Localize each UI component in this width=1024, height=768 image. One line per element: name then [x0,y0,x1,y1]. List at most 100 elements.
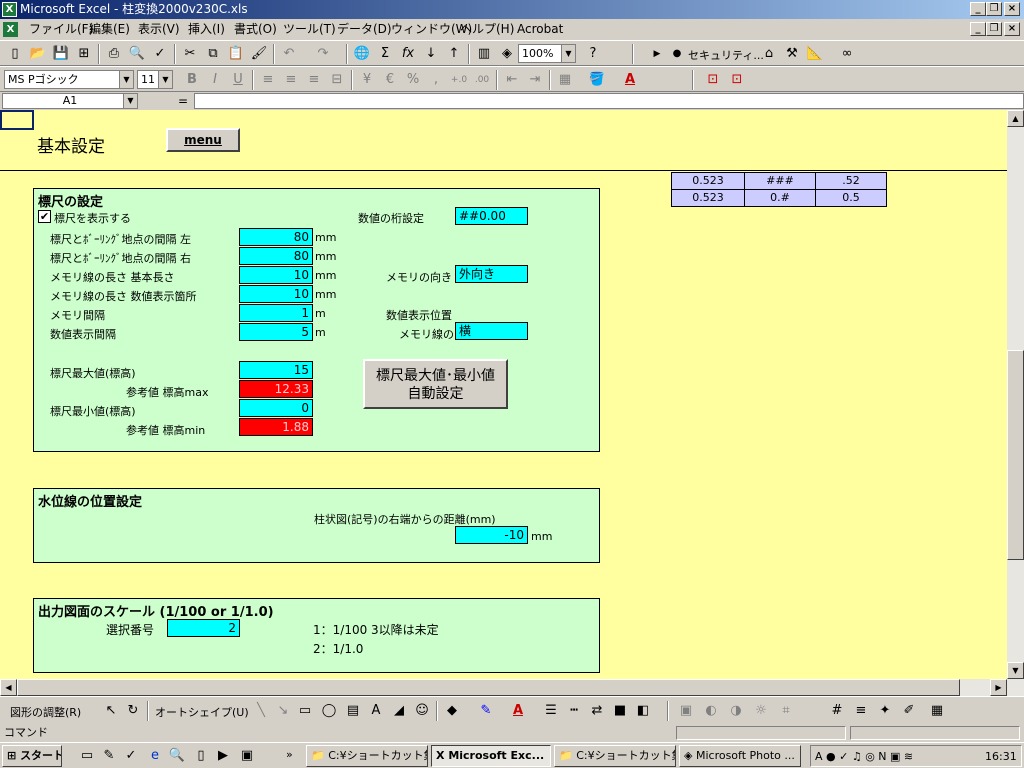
spelling-icon[interactable]: ✓ [149,43,171,65]
grid-cell[interactable]: 0.# [744,189,816,207]
ruler-input[interactable]: 80 [239,247,313,265]
desktop-icon[interactable]: ▣ [236,745,258,767]
rotate-icon[interactable]: ↻ [122,700,144,722]
picture-icon[interactable]: ▣ [675,700,697,722]
font-color-icon[interactable]: A [619,69,641,91]
transparent-icon[interactable]: ▦ [926,700,948,722]
task-photo[interactable]: ◈ Microsoft Photo ... [679,745,801,767]
euro-icon[interactable]: € [379,69,401,91]
toolbox-icon[interactable]: ⌂ [758,43,780,65]
max-input[interactable]: 15 [239,361,313,379]
grid-cell[interactable]: 0.5 [815,189,887,207]
align-left-icon[interactable]: ≡ [257,69,279,91]
horizontal-scrollbar[interactable]: ◀ ▶ [0,679,1024,696]
menu-tools[interactable]: ツール(T) [281,19,338,40]
arrow-icon[interactable]: ↘ [272,700,294,722]
menu-button[interactable]: menu [166,128,240,152]
security-button[interactable]: セキュリティ... [688,47,764,63]
menu-format[interactable]: 書式(O) [232,19,279,40]
autosum-icon[interactable]: Σ [374,43,396,65]
sort-asc-icon[interactable]: ↓ [420,43,442,65]
menu-insert[interactable]: 挿入(I) [186,19,227,40]
underline-icon[interactable]: U [227,69,249,91]
ruler-input[interactable]: 10 [239,285,313,303]
menu-help[interactable]: ヘルプ(H) [458,19,516,40]
task-excel[interactable]: X Microsoft Exc... [431,745,551,767]
lines-icon[interactable]: ≡ [850,700,872,722]
fill-color-icon[interactable]: 🪣 [586,69,608,91]
doc-close-button[interactable]: × [1004,22,1020,36]
font-size-select[interactable]: 11 ▼ [137,70,173,89]
scroll-left-icon[interactable]: ◀ [0,679,17,696]
pdf-icon[interactable]: ⊡ [702,69,724,91]
document-icon[interactable]: X [3,22,18,37]
shadow-icon[interactable]: ■ [609,700,631,722]
line-icon[interactable]: ╲ [250,700,272,722]
align-center-icon[interactable]: ≡ [280,69,302,91]
rectangle-icon[interactable]: ▭ [294,700,316,722]
link-icon[interactable]: ∞ [836,43,858,65]
ruler-input[interactable]: 5 [239,323,313,341]
show-ruler-checkbox[interactable]: ✔ [38,210,51,223]
function-icon[interactable]: fx [397,43,419,65]
quicklaunch-icon[interactable]: ▭ [76,745,98,767]
color-icon[interactable]: ◐ [700,700,722,722]
digits-input[interactable]: ##0.00 [455,207,528,225]
task-explorer-1[interactable]: 📁 C:¥ショートカット集... [306,745,428,767]
grid-cell[interactable]: 0.523 [671,172,745,190]
quicklaunch-icon[interactable]: 🔍 [166,745,188,767]
dash-style-icon[interactable]: ┅ [563,700,585,722]
menu-view[interactable]: 表示(V) [136,19,182,40]
hyperlink-icon[interactable]: 🌐 [351,43,373,65]
permission-icon[interactable]: ⊞ [73,43,95,65]
diagram-icon[interactable]: ◢ [388,700,410,722]
arrow-style-icon[interactable]: ⇄ [586,700,608,722]
contrast-icon[interactable]: ◑ [725,700,747,722]
record-macro-icon[interactable]: ● [666,43,688,65]
menu-edit[interactable]: 編集(E) [87,19,132,40]
fill-color-icon[interactable]: ◆ [441,700,463,722]
grid-cell[interactable]: .52 [815,172,887,190]
print-preview-icon[interactable]: 🔍 [126,43,148,65]
media-icon[interactable]: ▶ [212,745,234,767]
pdf-mail-icon[interactable]: ⊡ [726,69,748,91]
open-icon[interactable]: 📂 [27,43,49,65]
formula-equals[interactable]: = [178,94,188,108]
bold-icon[interactable]: B [181,69,203,91]
currency-icon[interactable]: ¥ [356,69,378,91]
scroll-down-icon[interactable]: ▼ [1007,662,1024,679]
position-input[interactable]: 横 [455,322,528,340]
textbox-icon[interactable]: ▤ [342,700,364,722]
auto-range-button[interactable]: 標尺最大値･最小値 自動設定 [363,359,508,409]
sort-desc-icon[interactable]: ↑ [443,43,465,65]
comma-icon[interactable]: , [425,69,447,91]
help-icon[interactable]: ? [582,43,604,65]
start-button[interactable]: ⊞ スタート [2,745,62,767]
grid-icon[interactable]: # [826,700,848,722]
restore-button[interactable]: ❐ [986,2,1002,16]
paste-icon[interactable]: 📋 [225,43,247,65]
format-icon[interactable]: ✦ [874,700,896,722]
format-painter-icon[interactable]: 🖌 [248,43,270,65]
redo-icon[interactable]: ↷ [312,43,334,65]
more-chevron-icon[interactable]: » [286,748,293,761]
water-distance-input[interactable]: -10 [455,526,528,544]
percent-icon[interactable]: % [402,69,424,91]
decrease-indent-icon[interactable]: ⇤ [501,69,523,91]
worksheet[interactable]: 基本設定 menu 0.523 ### .52 0.523 0.# 0.5 標尺… [0,110,1007,679]
run-macro-icon[interactable]: ▶ [646,43,668,65]
align-right-icon[interactable]: ≡ [303,69,325,91]
min-input[interactable]: 0 [239,399,313,417]
tray-icons[interactable]: A ● ✓ ♫ ◎ N ▣ ≋ [815,750,913,763]
3d-icon[interactable]: ◧ [632,700,654,722]
menu-file[interactable]: ファイル(F) [27,19,95,40]
name-box[interactable]: A1 ▼ [2,93,138,109]
doc-restore-button[interactable]: ❐ [986,22,1002,36]
brightness-icon[interactable]: ☼ [750,700,772,722]
task-explorer-2[interactable]: 📁 C:¥ショートカット集... [554,745,676,767]
select-object-icon[interactable]: ↖ [100,700,122,722]
increase-decimal-icon[interactable]: +.0 [448,69,470,91]
cut-icon[interactable]: ✂ [179,43,201,65]
crop-icon[interactable]: ⌗ [775,700,797,722]
design-mode-icon[interactable]: 📐 [804,43,826,65]
